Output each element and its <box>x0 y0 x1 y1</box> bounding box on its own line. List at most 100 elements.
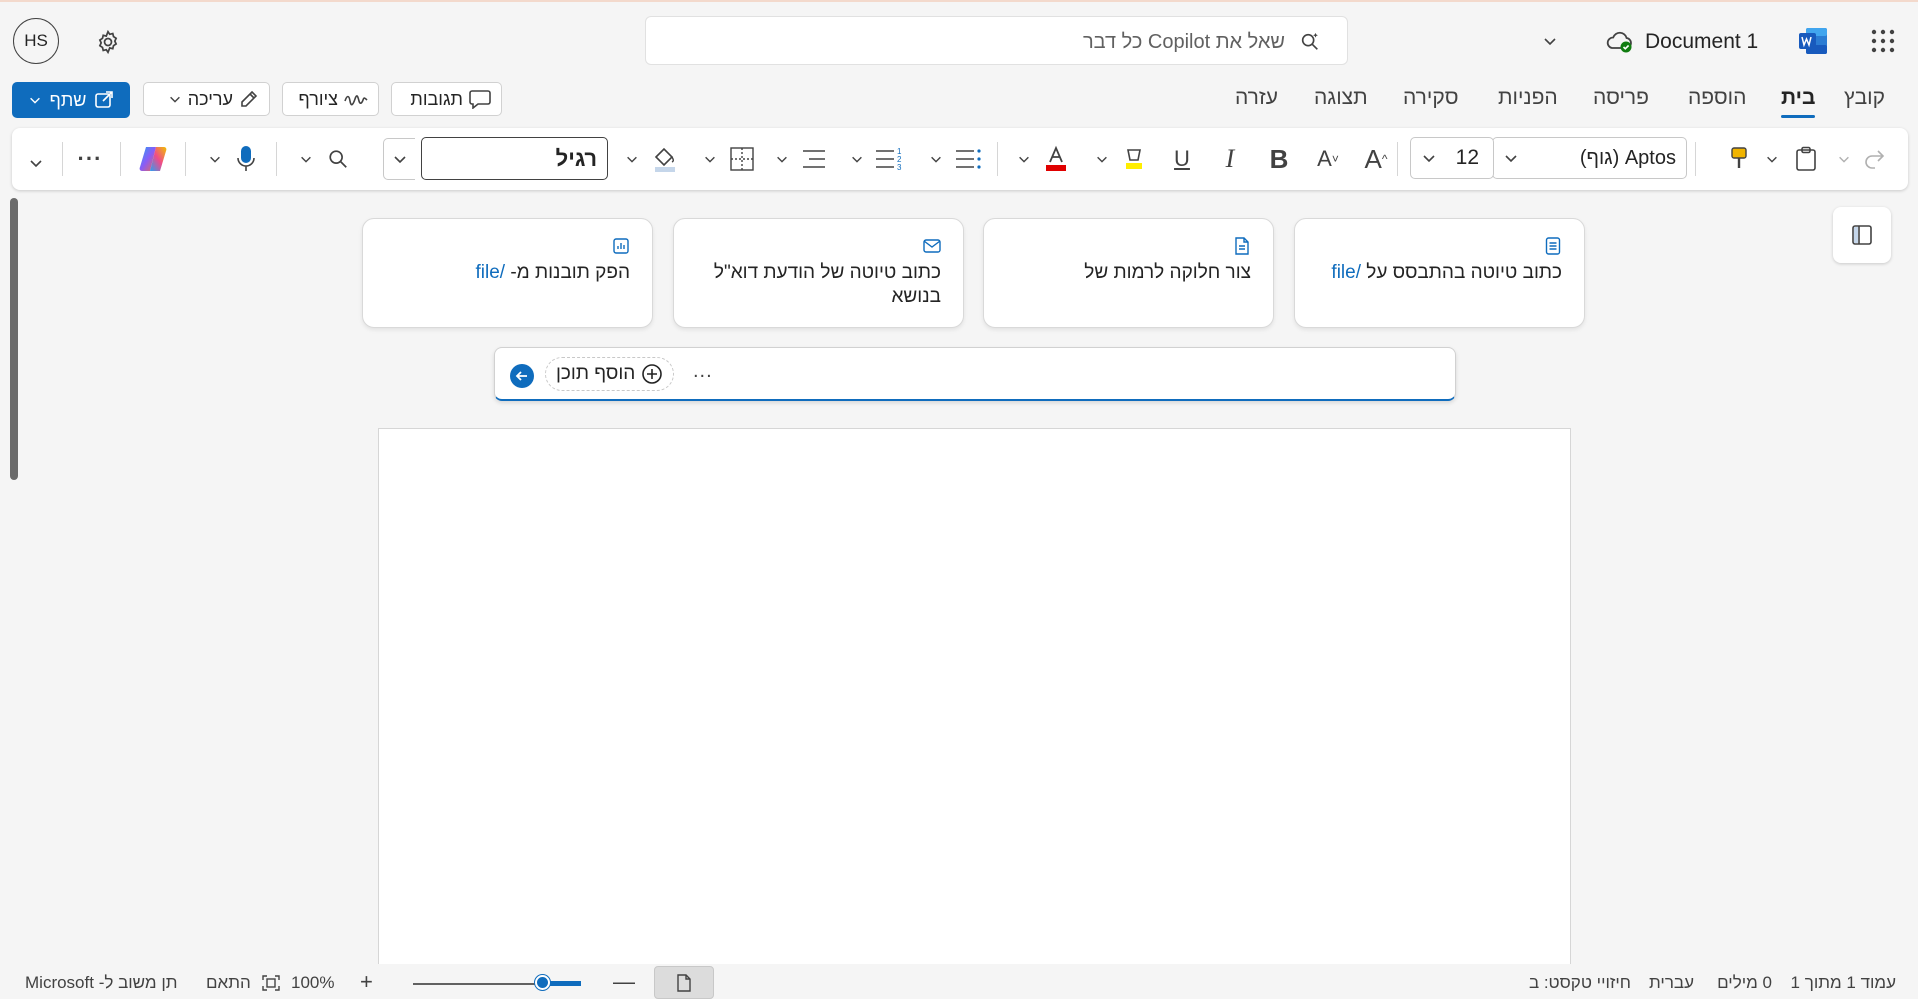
align-chevron-icon[interactable] <box>772 142 792 176</box>
share-button[interactable]: שתף <box>12 82 130 118</box>
numbering-chevron-icon[interactable] <box>847 142 867 176</box>
align-icon[interactable] <box>798 142 830 176</box>
borders-chevron-icon[interactable] <box>700 142 720 176</box>
expand-ribbon-chevron-icon[interactable] <box>24 146 48 180</box>
pencil-icon <box>239 89 259 109</box>
document-page[interactable] <box>378 428 1571 999</box>
language-indicator[interactable]: עברית <box>1649 973 1694 993</box>
style-value: רגיל <box>555 145 597 171</box>
editing-mode-button[interactable]: עריכה <box>143 82 270 116</box>
fit-window-icon[interactable] <box>262 975 280 991</box>
add-content-label: הוסף תוכן <box>556 363 636 384</box>
tab-references[interactable]: הפניות <box>1498 86 1558 110</box>
word-logo-icon <box>1797 26 1829 56</box>
tab-help[interactable]: עזרה <box>1235 86 1278 110</box>
font-color-chevron-icon[interactable] <box>1014 142 1034 176</box>
zoom-in-icon[interactable]: + <box>360 969 373 995</box>
slash-command: /file <box>1331 262 1361 283</box>
avatar[interactable]: HS <box>13 18 59 64</box>
shading-chevron-icon[interactable] <box>622 142 642 176</box>
settings-gear-icon[interactable] <box>92 26 124 58</box>
print-layout-view-button[interactable] <box>654 966 714 999</box>
comment-icon <box>469 89 491 109</box>
paste-chevron-icon[interactable] <box>1762 142 1782 176</box>
document-title[interactable]: Document 1 <box>1645 30 1758 54</box>
italic-icon[interactable]: I <box>1215 142 1245 176</box>
font-size-combo[interactable]: 12 <box>1410 137 1494 179</box>
comments-label: תגובות <box>410 88 463 109</box>
suggestion-text: צור חלוקה לרמות של <box>1084 262 1251 283</box>
chevron-down-icon <box>28 93 42 107</box>
bold-icon[interactable]: B <box>1264 142 1294 176</box>
find-chevron-icon[interactable] <box>296 142 316 176</box>
more-options-icon[interactable]: ··· <box>74 142 106 176</box>
chart-icon <box>612 237 630 255</box>
styles-chevron-icon[interactable] <box>383 138 415 180</box>
prompt-more-icon[interactable]: ... <box>693 360 713 383</box>
suggestion-card-email[interactable]: כתוב טיוטה של הודעת דוא"ל בנושא <box>673 218 964 328</box>
paste-clipboard-icon[interactable] <box>1789 142 1823 176</box>
redo-icon[interactable] <box>1859 142 1891 176</box>
zoom-slider-thumb[interactable] <box>535 975 550 990</box>
highlight-icon[interactable] <box>1119 142 1149 176</box>
share-label: שתף <box>49 89 87 110</box>
fit-label[interactable]: התאם <box>206 973 251 993</box>
suggestion-card-outline[interactable]: צור חלוקה לרמות של <box>983 218 1274 328</box>
suggestion-text: כתוב טיוטה בהתבסס על /file <box>1331 262 1562 283</box>
dictate-mic-icon[interactable] <box>230 142 262 176</box>
bullets-icon[interactable] <box>952 142 984 176</box>
tab-home[interactable]: בית <box>1781 86 1816 118</box>
find-search-icon[interactable] <box>322 142 354 176</box>
word-count[interactable]: 0 מילים <box>1717 973 1772 993</box>
draw-button[interactable]: ציורף <box>282 82 379 116</box>
document-lines-icon <box>1544 237 1562 255</box>
add-content-button[interactable]: הוסף תוכן <box>545 357 675 391</box>
chevron-down-icon <box>1421 150 1437 166</box>
tab-view[interactable]: תצוגה <box>1314 86 1368 110</box>
bullets-chevron-icon[interactable] <box>926 142 946 176</box>
grow-font-icon[interactable]: A ^ <box>1360 142 1392 176</box>
underline-icon[interactable]: U <box>1167 142 1197 176</box>
styles-box[interactable]: רגיל <box>421 137 608 180</box>
comments-button[interactable]: תגובות <box>391 82 502 116</box>
shrink-font-icon[interactable]: A ˅ <box>1312 142 1344 176</box>
mail-icon <box>923 237 941 255</box>
borders-icon[interactable] <box>726 142 758 176</box>
tab-insert[interactable]: הוספה <box>1688 86 1746 110</box>
send-arrow-icon[interactable] <box>510 364 534 388</box>
font-name-combo[interactable]: Aptos (גוף) <box>1492 137 1687 179</box>
suggestion-text: הפק תובנות מ- /file <box>475 262 630 283</box>
suggestion-card-draft-from-file[interactable]: כתוב טיוטה בהתבסס על /file <box>1294 218 1585 328</box>
text-predictions[interactable]: חיזויי טקסט: ב <box>1529 973 1631 993</box>
zoom-out-icon[interactable]: — <box>613 969 635 995</box>
font-name-value: Aptos (גוף) <box>1579 146 1676 169</box>
copilot-search-box[interactable] <box>645 16 1348 65</box>
document-icon <box>1233 237 1251 255</box>
zoom-level[interactable]: 100% <box>291 973 334 993</box>
font-color-icon[interactable] <box>1040 142 1072 176</box>
app-launcher-icon[interactable] <box>1868 26 1898 56</box>
slash-command: /file <box>475 262 506 283</box>
shading-icon[interactable] <box>649 142 681 176</box>
suggestion-card-insights[interactable]: הפק תובנות מ- /file <box>362 218 653 328</box>
search-input[interactable] <box>725 29 1285 55</box>
page-count[interactable]: עמוד 1 מתוך 1 <box>1791 973 1896 993</box>
tab-review[interactable]: סקירה <box>1403 86 1459 110</box>
tab-layout[interactable]: פריסה <box>1593 86 1649 110</box>
side-pane-toggle[interactable] <box>1833 207 1891 263</box>
page-view-icon <box>677 973 691 992</box>
tab-file[interactable]: קובץ <box>1844 86 1885 110</box>
undo-chevron-icon[interactable] <box>1834 142 1854 176</box>
format-painter-icon[interactable] <box>1723 142 1755 176</box>
title-bar: HS Document 1 <box>0 0 1918 78</box>
vertical-scrollbar[interactable] <box>10 198 18 480</box>
plus-circle-icon <box>641 363 663 385</box>
doc-options-chevron-icon[interactable] <box>1539 30 1561 52</box>
copilot-prompt-box[interactable]: הוסף תוכן ... <box>494 347 1456 401</box>
copilot-search-icon <box>1297 29 1323 55</box>
highlight-chevron-icon[interactable] <box>1092 142 1112 176</box>
feedback-link[interactable]: תן משוב ל- Microsoft <box>25 973 177 993</box>
dictate-chevron-icon[interactable] <box>205 142 225 176</box>
numbering-icon[interactable]: 123 <box>873 142 905 176</box>
copilot-icon[interactable] <box>136 142 170 176</box>
